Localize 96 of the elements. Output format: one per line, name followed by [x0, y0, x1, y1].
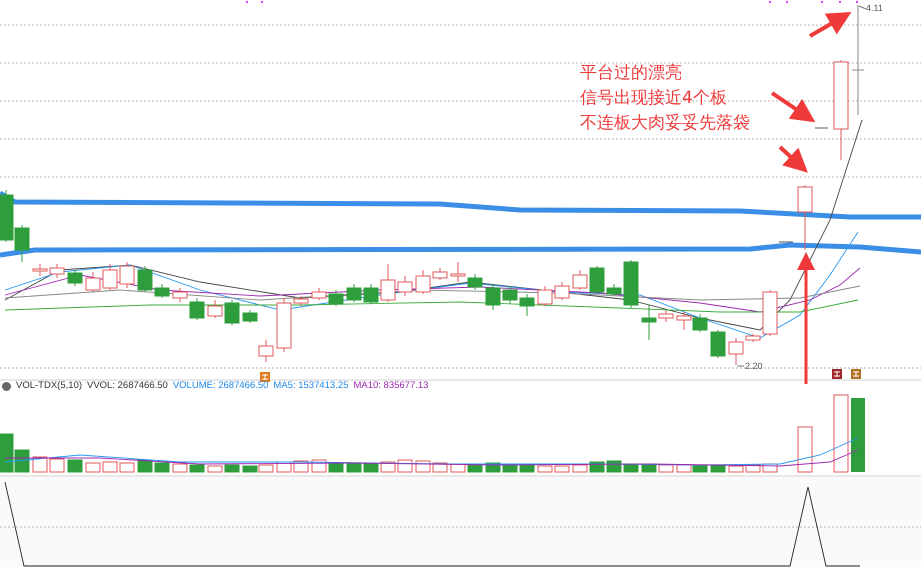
- candlestick: [676, 312, 692, 330]
- candlestick: [294, 296, 308, 306]
- candlestick: [14, 224, 30, 262]
- annotation-text: 平台过的漂亮: [580, 62, 683, 85]
- volume-bar: [68, 460, 82, 472]
- arrow: [770, 91, 816, 122]
- volume-bar: [190, 464, 204, 472]
- volume-bar: [364, 464, 378, 472]
- candlestick: [242, 310, 258, 324]
- candlestick: [120, 262, 134, 288]
- indicator-value: VOL-TDX(5,10): [16, 379, 82, 393]
- candlestick: [364, 284, 378, 304]
- indicator-value: MA10: 835677.13: [353, 379, 428, 393]
- volume-bar: [328, 462, 344, 472]
- signal-badge-icon: [260, 372, 270, 382]
- volume-bar: [208, 466, 222, 472]
- leader-line: [858, 6, 866, 10]
- volume-bar: [50, 458, 64, 472]
- annotation-text: 不连板大肉妥妥先落袋: [580, 112, 750, 135]
- candlestick: [572, 270, 588, 290]
- indicator-value: VOLUME: 2687466.50: [172, 379, 268, 393]
- candlestick: [658, 310, 674, 322]
- candlestick: [208, 300, 222, 318]
- annotation-text: 信号出现接近4个板: [580, 87, 728, 110]
- candlestick: [328, 290, 344, 306]
- candlestick: [380, 264, 396, 302]
- volume-bar: [172, 464, 188, 472]
- candlestick: [746, 334, 760, 342]
- candlestick: [154, 284, 170, 298]
- candlestick: [468, 274, 482, 290]
- candlestick: [450, 262, 466, 282]
- candlestick: [190, 298, 204, 320]
- volume-bar: [138, 460, 152, 472]
- candlestick: [520, 294, 534, 316]
- arrow: [778, 146, 808, 173]
- volume-bar: [224, 464, 240, 472]
- candlestick: [0, 190, 14, 242]
- candlestick: [728, 338, 744, 366]
- price-label: 4.11: [866, 2, 883, 15]
- volume-bar: [606, 460, 622, 472]
- arrow: [809, 12, 852, 38]
- volume-bar: [590, 462, 604, 472]
- volume-bar: [728, 466, 744, 472]
- volume-bar: [538, 466, 552, 472]
- candlestick: [606, 284, 622, 296]
- candlestick: [32, 264, 48, 276]
- candlestick: [398, 276, 412, 296]
- candlestick: [416, 270, 430, 294]
- volume-bar: [86, 462, 100, 472]
- candlestick: [432, 268, 448, 280]
- candlestick: [68, 270, 82, 286]
- candlestick: [762, 290, 778, 336]
- volume-bar: [450, 464, 466, 472]
- candlestick: [346, 284, 362, 302]
- indicator-settings-icon[interactable]: [2, 382, 11, 391]
- candlestick: [590, 266, 604, 294]
- candlestick: [692, 314, 708, 332]
- signal-badge-icon: [832, 369, 842, 379]
- candlestick: [172, 288, 188, 302]
- candlestick: [486, 284, 500, 310]
- candlestick: [642, 304, 656, 340]
- volume-bar: [154, 462, 170, 472]
- candlestick: [102, 264, 118, 290]
- candlestick: [710, 330, 726, 358]
- candlestick: [502, 286, 518, 304]
- volume-bar: [554, 466, 570, 472]
- indicator-value: VVOL: 2687466.50: [87, 379, 168, 393]
- signal-badge-icon: [851, 369, 861, 379]
- candlestick: [138, 266, 152, 292]
- volume-bar: [32, 456, 48, 472]
- volume-bar: [798, 426, 812, 472]
- volume-bar: [398, 460, 412, 472]
- volume-bar: [572, 464, 588, 472]
- price-label: 2.20: [745, 360, 763, 373]
- volume-bar: [380, 462, 396, 472]
- volume-bar: [102, 462, 118, 472]
- volume-bar: [432, 462, 448, 472]
- candlestick: [554, 282, 570, 300]
- candlestick: [624, 260, 638, 308]
- volume-bar: [710, 466, 726, 472]
- volume-bar: [120, 462, 134, 472]
- volume-bar: [468, 464, 482, 472]
- candlestick: [798, 184, 812, 250]
- volume-bar: [642, 464, 656, 472]
- candlestick: [86, 272, 100, 292]
- candlestick: [276, 298, 292, 352]
- volume-bar: [346, 462, 362, 472]
- candlestick: [50, 264, 64, 278]
- indicator-value: MA5: 1537413.25: [273, 379, 348, 393]
- candlestick: [538, 286, 552, 306]
- volume-bar: [520, 464, 534, 472]
- candlestick: [258, 340, 274, 362]
- volume-bar: [658, 464, 674, 472]
- candlestick: [312, 288, 326, 300]
- volume-bar: [624, 464, 638, 472]
- candlestick: [224, 300, 240, 326]
